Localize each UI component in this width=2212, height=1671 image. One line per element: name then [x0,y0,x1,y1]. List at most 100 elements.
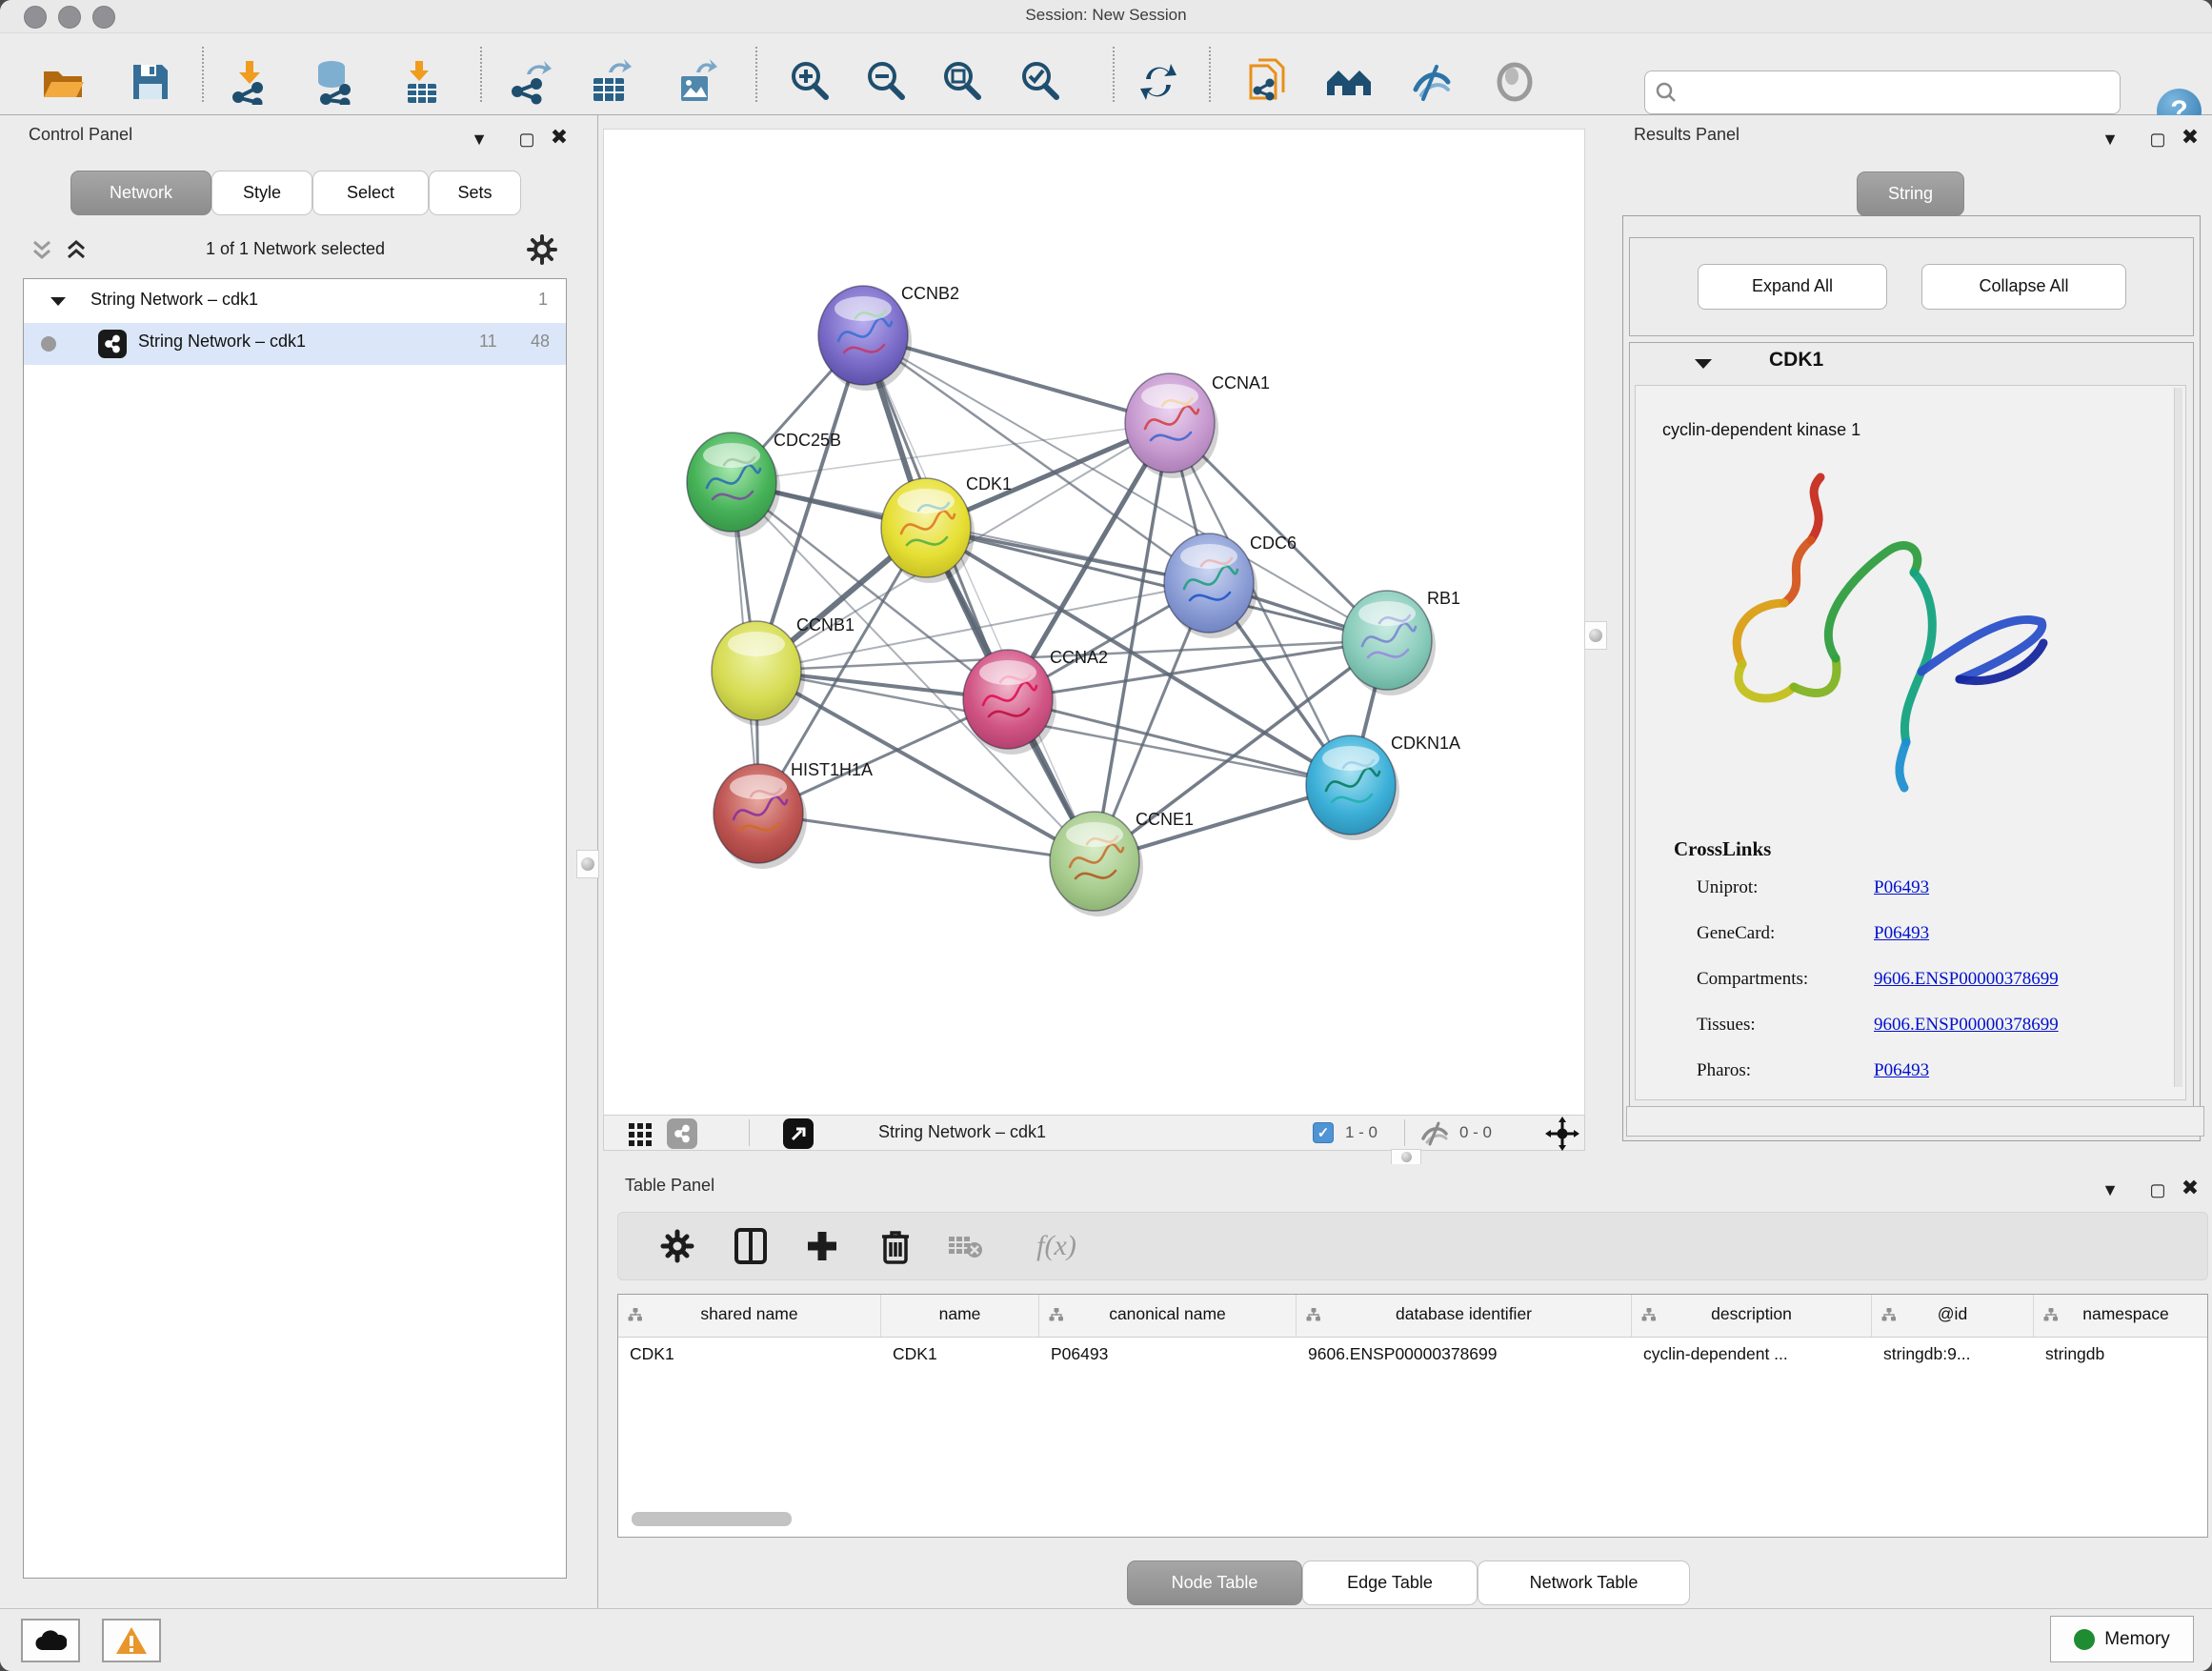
open-session-button[interactable] [38,57,88,107]
selected-checkbox-icon[interactable]: ✓ [1313,1122,1334,1143]
collapse-all-networks-button[interactable] [29,237,55,269]
tab-select[interactable]: Select [312,171,429,215]
create-column-button[interactable] [799,1223,845,1269]
table-cell[interactable]: stringdb [2034,1337,2208,1375]
network-node-cdc25b[interactable] [687,433,780,537]
import-table-button[interactable] [397,57,447,107]
collapse-all-button[interactable]: Collapse All [1921,264,2126,310]
table-options-button[interactable] [654,1223,700,1269]
tab-network-table[interactable]: Network Table [1478,1560,1690,1605]
tab-sets[interactable]: Sets [429,171,521,215]
export-image-button[interactable] [673,57,722,107]
column-header-canonical-name[interactable]: canonical name [1039,1295,1297,1337]
network-options-button[interactable] [526,233,558,271]
tab-edge-table[interactable]: Edge Table [1302,1560,1478,1605]
results-vertical-scrollbar[interactable] [2174,388,2182,1087]
column-header-description[interactable]: description [1632,1295,1872,1337]
column-header-namespace[interactable]: namespace [2034,1295,2208,1337]
string-style-button[interactable] [667,1118,697,1149]
control-panel-close-button[interactable]: ✖ [545,123,573,151]
table-cell[interactable]: CDK1 [881,1337,1039,1375]
delete-table-button[interactable] [942,1223,988,1269]
zoom-fit-button[interactable] [937,57,987,107]
horizontal-splitter-handle[interactable] [1391,1149,1421,1165]
show-graphics-eye-button[interactable] [1490,57,1539,107]
results-panel-float-button[interactable]: ▢ [2143,125,2172,153]
crosslink-link[interactable]: 9606.ENSP00000378699 [1874,969,2059,989]
open-in-browser-button[interactable] [783,1118,814,1149]
table-cell[interactable]: P06493 [1039,1337,1297,1375]
table-panel-menu-button[interactable]: ▼ [2096,1176,2124,1204]
table-cell[interactable]: stringdb:9... [1872,1337,2034,1375]
network-edge[interactable] [863,335,1095,861]
table-panel-close-button[interactable]: ✖ [2176,1174,2204,1202]
zoom-out-button[interactable] [861,57,911,107]
refresh-button[interactable] [1134,57,1183,107]
crosslink-link[interactable]: P06493 [1874,923,1929,943]
control-panel-float-button[interactable]: ▢ [513,125,541,153]
tab-string[interactable]: String [1857,171,1964,216]
save-session-button[interactable] [126,57,175,107]
function-builder-button[interactable]: f(x) [1018,1223,1095,1269]
network-node-rb1[interactable] [1342,591,1436,695]
search-input[interactable] [1683,73,2106,110]
zoom-in-icon [787,59,833,105]
network-node-ccne1[interactable] [1050,812,1143,916]
tab-node-table[interactable]: Node Table [1127,1560,1302,1605]
delete-column-button[interactable] [873,1223,918,1269]
export-table-button[interactable] [587,57,636,107]
hide-results-eye-button[interactable] [1406,57,1456,107]
string-home-button[interactable] [1324,57,1374,107]
zoom-in-button[interactable] [785,57,835,107]
export-network-button[interactable] [507,57,556,107]
table-cell[interactable]: 9606.ENSP00000378699 [1297,1337,1632,1375]
network-node-cdk1[interactable] [881,478,975,583]
string-protein-query-button[interactable] [1242,57,1292,107]
table-horizontal-scrollbar[interactable] [632,1512,792,1526]
tab-network[interactable]: Network [70,171,211,215]
gene-description: cyclin-dependent kinase 1 [1662,420,1860,440]
birds-eye-view-button[interactable] [627,1119,655,1153]
results-horizontal-scrollbar[interactable] [1626,1106,2204,1137]
import-network-file-button[interactable] [225,57,274,107]
control-panel-menu-button[interactable]: ▼ [465,125,493,153]
import-network-database-button[interactable] [309,57,358,107]
expand-all-networks-button[interactable] [63,237,90,269]
protein-structure-image [1668,460,2068,818]
crosslink-link[interactable]: P06493 [1874,1060,1929,1080]
network-row[interactable]: String Network – cdk1 11 48 [24,323,566,365]
network-node-hist1h1a[interactable] [714,764,807,869]
network-node-ccnb2[interactable] [818,286,912,391]
fit-content-button[interactable] [1545,1117,1579,1156]
network-node-cdkn1a[interactable] [1306,735,1399,840]
network-node-cdc6[interactable] [1164,534,1257,638]
gene-collapse-icon[interactable] [1693,356,1714,372]
column-header-shared-name[interactable]: shared name [618,1295,881,1337]
tab-style[interactable]: Style [211,171,312,215]
network-canvas[interactable]: CCNB2CCNA1CDC25BCDK1CDC6RB1CCNB1CCNA2CDK… [603,129,1585,1117]
network-node-ccna1[interactable] [1125,373,1218,478]
zoom-selected-button[interactable] [1016,57,1065,107]
crosslink-link[interactable]: 9606.ENSP00000378699 [1874,1015,2059,1035]
network-node-ccnb1[interactable] [712,621,805,726]
column-header-database-identifier[interactable]: database identifier [1297,1295,1632,1337]
column-header-name[interactable]: name [881,1295,1039,1337]
column-header--id[interactable]: @id [1872,1295,2034,1337]
crosslink-link[interactable]: P06493 [1874,877,1929,897]
crosslink-row: Uniprot:P06493 [1697,877,1929,906]
show-columns-button[interactable] [728,1223,774,1269]
right-splitter-handle[interactable] [1584,621,1607,650]
cloud-services-button[interactable] [21,1619,80,1662]
memory-button[interactable]: Memory [2050,1616,2194,1662]
network-collection-row[interactable]: String Network – cdk1 1 [24,281,566,323]
table-cell[interactable]: cyclin-dependent ... [1632,1337,1872,1375]
results-panel-menu-button[interactable]: ▼ [2096,125,2124,153]
column-header-label: shared name [618,1304,880,1324]
warnings-button[interactable] [102,1619,161,1662]
table-panel-float-button[interactable]: ▢ [2143,1176,2172,1204]
expand-all-button[interactable]: Expand All [1698,264,1887,310]
network-edge[interactable] [758,814,1095,861]
table-cell[interactable]: CDK1 [618,1337,881,1375]
results-panel-close-button[interactable]: ✖ [2176,123,2204,151]
left-splitter-handle[interactable] [576,850,599,878]
